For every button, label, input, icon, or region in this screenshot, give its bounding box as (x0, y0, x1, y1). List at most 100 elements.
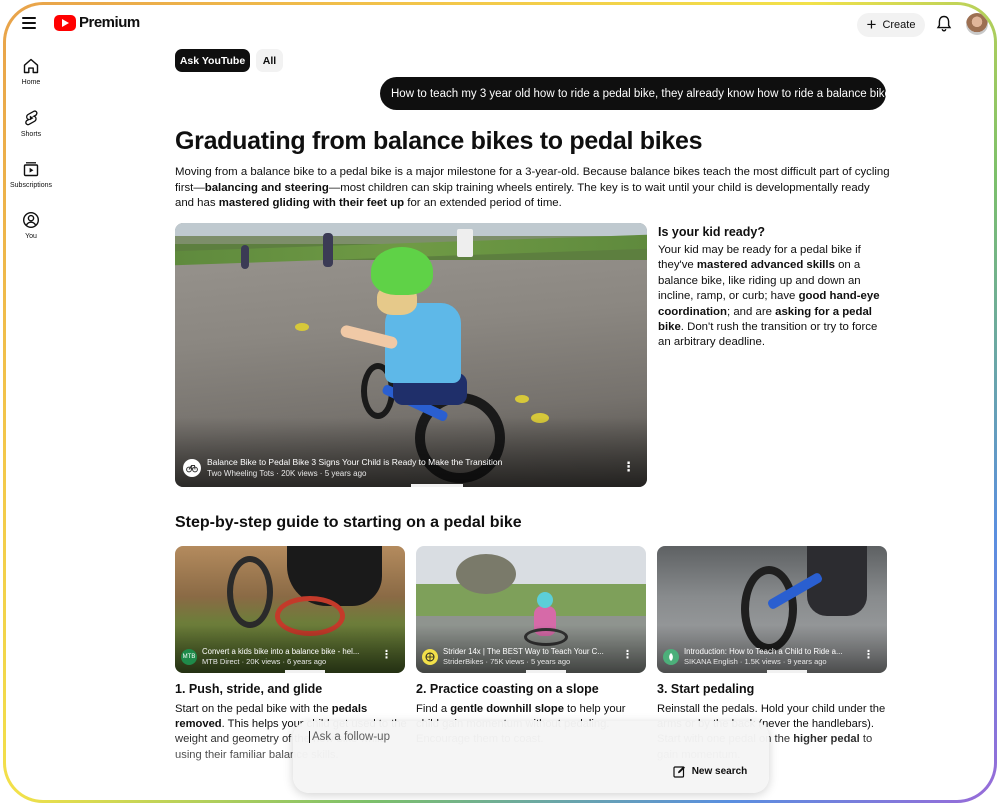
steps-heading: Step-by-step guide to starting on a peda… (175, 514, 522, 531)
video-scene-person (323, 233, 333, 267)
main-video-thumbnail[interactable]: Balance Bike to Pedal Bike 3 Signs Your … (175, 223, 647, 487)
video-subline: MTB Direct · 20K views · 6 years ago (202, 657, 327, 666)
video-scene-cone (295, 323, 309, 331)
ready-text: Your kid may be ready for a pedal bike i… (658, 243, 890, 351)
step-video-thumbnail[interactable]: Introduction: How to Teach a Child to Ri… (657, 546, 887, 673)
video-meta: Balance Bike to Pedal Bike 3 Signs Your … (183, 457, 502, 479)
step-text-part: Find a (416, 703, 451, 715)
step-video-thumbnail[interactable]: MTB Convert a kids bike into a balance b… (175, 546, 405, 673)
video-scene-bin (457, 229, 473, 257)
channel-avatar-icon[interactable]: MTB (181, 649, 197, 665)
upload-age: 9 years ago (787, 657, 827, 666)
view-count: 20K views (281, 469, 318, 478)
step-card-2: Strider 14x | The BEST Way to Teach Your… (416, 546, 646, 748)
video-meta-text: Balance Bike to Pedal Bike 3 Signs Your … (207, 457, 502, 479)
step-bold: higher pedal (793, 733, 860, 746)
video-title[interactable]: Balance Bike to Pedal Bike 3 Signs Your … (207, 457, 502, 468)
upload-age: 5 years ago (530, 657, 571, 666)
video-meta: MTB Convert a kids bike into a balance b… (181, 647, 374, 667)
hamburger-menu-icon[interactable] (22, 17, 36, 29)
app-frame: Premium + Create Home Shorts Subscriptio… (3, 2, 997, 803)
plus-icon: + (866, 14, 877, 34)
youtube-play-icon (54, 14, 76, 31)
more-options-icon[interactable]: ⋮ (863, 650, 874, 661)
video-progress-bar (411, 484, 463, 487)
step-title: 3. Start pedaling (657, 682, 755, 696)
ready-text-part: . Don't rush the transition or try to fo… (658, 321, 878, 349)
intro-bold: balancing and steering (204, 181, 329, 194)
answer-intro: Moving from a balance bike to a pedal bi… (175, 165, 890, 212)
video-meta: Introduction: How to Teach a Child to Ri… (663, 647, 856, 667)
sidebar-item-subscriptions[interactable]: Subscriptions (6, 160, 56, 189)
ready-bold: mastered advanced skills (696, 259, 835, 272)
more-options-icon[interactable]: ⋮ (622, 460, 635, 473)
shorts-icon (25, 110, 38, 126)
logo-text: Premium (79, 14, 140, 31)
step-text-part: Start on the pedal bike with the (175, 703, 332, 715)
chip-all[interactable]: All (256, 49, 283, 72)
bicycle-icon (186, 465, 198, 473)
video-subline: SIKANA English · 1.5K views · 9 years ag… (684, 657, 827, 666)
video-scene-helmet (537, 592, 553, 608)
video-meta-text: Introduction: How to Teach a Child to Ri… (684, 647, 856, 667)
channel-name: StriderBikes (443, 657, 484, 666)
channel-avatar-icon[interactable] (422, 649, 438, 665)
sidebar-item-label: Home (21, 79, 41, 86)
sidebar-item-shorts[interactable]: Shorts (6, 109, 56, 138)
video-meta-text: Convert a kids bike into a balance bike … (202, 647, 374, 667)
channel-name: Two Wheeling Tots (207, 469, 274, 478)
more-options-icon[interactable]: ⋮ (622, 650, 633, 661)
chip-ask-youtube[interactable]: Ask YouTube (175, 49, 250, 72)
video-title[interactable]: Strider 14x | The BEST Way to Teach Your… (443, 647, 615, 657)
video-progress-bar (526, 670, 566, 673)
video-progress-bar (767, 670, 807, 673)
ready-text-part: ; and are (726, 305, 776, 318)
video-scene-cone (515, 395, 529, 403)
subscriptions-icon (23, 162, 39, 177)
leaf-icon (669, 653, 673, 661)
account-avatar[interactable] (966, 13, 988, 35)
upload-age: 6 years ago (287, 657, 327, 666)
create-button[interactable]: + Create (857, 13, 925, 37)
video-progress-bar (285, 670, 325, 673)
view-count: 1.5K views (744, 657, 781, 666)
followup-input[interactable] (309, 731, 609, 743)
video-scene-tree (456, 554, 516, 594)
video-scene-helmet (371, 247, 433, 295)
notifications-bell-icon[interactable] (936, 15, 952, 33)
create-label: Create (882, 19, 916, 31)
top-bar: Premium + Create (6, 5, 994, 43)
ready-heading: Is your kid ready? (658, 225, 765, 239)
step-video-thumbnail[interactable]: Strider 14x | The BEST Way to Teach Your… (416, 546, 646, 673)
video-meta: Strider 14x | The BEST Way to Teach Your… (422, 647, 615, 667)
step-title: 1. Push, stride, and glide (175, 682, 323, 696)
sidebar-item-label: Subscriptions (9, 182, 53, 189)
view-count: 20K views (246, 657, 281, 666)
more-options-icon[interactable]: ⋮ (381, 650, 392, 661)
answer-title: Graduating from balance bikes to pedal b… (175, 127, 703, 155)
video-title[interactable]: Convert a kids bike into a balance bike … (202, 647, 374, 657)
channel-name: SIKANA English (684, 657, 738, 666)
sidebar-item-you[interactable]: You (6, 211, 56, 240)
video-subline: StriderBikes · 75K views · 5 years ago (443, 657, 571, 666)
sidebar-item-home[interactable]: Home (6, 57, 56, 86)
new-search-button[interactable]: New search (667, 759, 753, 783)
channel-name: MTB Direct (202, 657, 240, 666)
sidebar-item-label: Shorts (20, 131, 42, 138)
home-icon (23, 58, 39, 74)
video-scene-person (241, 245, 249, 269)
intro-text: for an extended period of time. (404, 197, 562, 209)
youtube-premium-logo[interactable]: Premium (54, 14, 140, 31)
channel-avatar-icon[interactable] (663, 649, 679, 665)
striderbikes-logo-icon (425, 652, 435, 662)
intro-bold: mastered gliding with their feet up (218, 197, 405, 209)
view-count: 75K views (490, 657, 525, 666)
sidebar-item-label: You (25, 233, 37, 240)
video-subline: Two Wheeling Tots · 20K views · 5 years … (207, 469, 367, 478)
new-search-label: New search (691, 765, 748, 777)
account-circle-icon (22, 211, 40, 229)
video-title[interactable]: Introduction: How to Teach a Child to Ri… (684, 647, 856, 657)
upload-age: 5 years ago (324, 469, 367, 478)
edit-pencil-icon (673, 765, 685, 778)
channel-avatar-icon[interactable] (183, 459, 201, 477)
